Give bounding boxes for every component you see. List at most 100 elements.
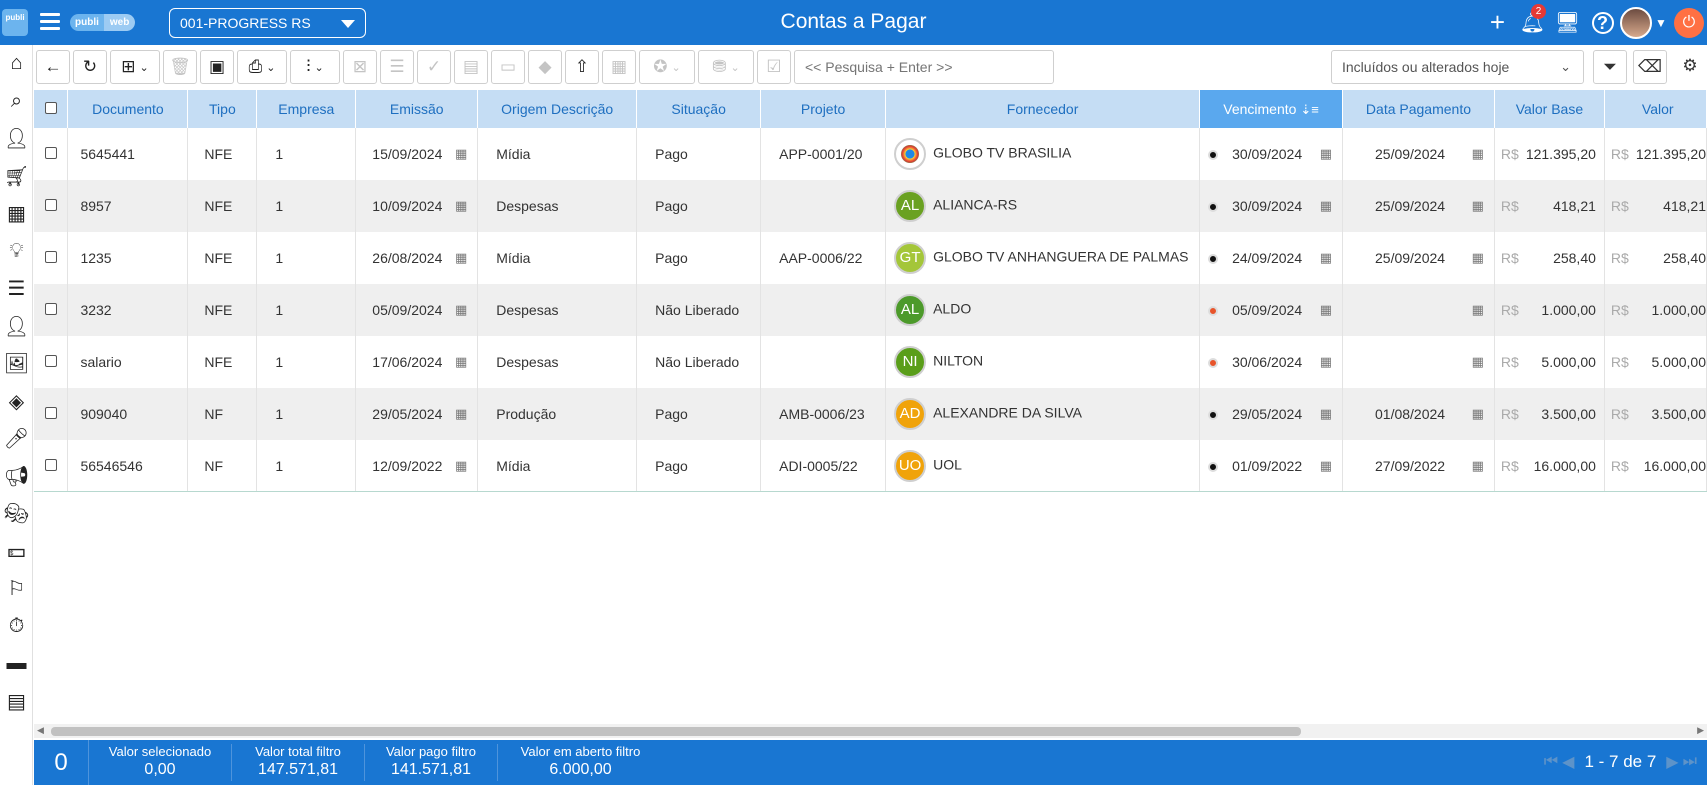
calendar-icon[interactable]: ▦ xyxy=(455,354,467,370)
table-row[interactable]: 5645441 NFE 1 15/09/2024 ▦ Mídia Pago APP-0001/… xyxy=(34,128,1707,180)
delete-button[interactable]: 🗑︎ xyxy=(163,50,197,84)
row-checkbox[interactable] xyxy=(34,180,69,232)
filter-icon[interactable]: ⏷ xyxy=(1593,50,1627,84)
credit-card-button[interactable]: ▭ xyxy=(491,50,525,84)
back-button[interactable]: ← xyxy=(36,50,70,84)
calendar-icon[interactable]: ▦ xyxy=(455,302,467,318)
column-header[interactable]: Projeto xyxy=(760,90,887,128)
scroll-left-icon[interactable]: ◀ xyxy=(37,725,44,736)
add-icon[interactable]: + xyxy=(1480,7,1515,38)
print-button[interactable]: ⎙ ⌄ xyxy=(237,50,287,84)
refresh-button[interactable]: ↻ xyxy=(73,50,107,84)
dashboard-icon[interactable]: ▦ xyxy=(0,195,33,233)
calendar-icon[interactable]: ▦ xyxy=(455,146,467,162)
add-button[interactable]: ⊞ ⌄ xyxy=(110,50,160,84)
calendar-icon[interactable]: ▦ xyxy=(1320,354,1332,370)
add-user-icon[interactable]: 👤︎ xyxy=(0,120,33,158)
table-row[interactable]: 1235 NFE 1 26/08/2024 ▦ Mídia Pago AAP-0006/22 G… xyxy=(34,232,1707,284)
calendar-icon[interactable]: ▦ xyxy=(1472,146,1484,162)
cancel-button[interactable]: ⊠ xyxy=(343,50,377,84)
calendar-icon[interactable]: ▦ xyxy=(1472,406,1484,422)
upload-button[interactable]: ⇧ xyxy=(565,50,599,84)
calendar-icon[interactable]: ▦ xyxy=(1320,198,1332,214)
next-page-icon[interactable]: ▶ xyxy=(1666,752,1678,772)
select-all-checkbox[interactable] xyxy=(34,90,69,128)
calendar-icon[interactable]: ▦ xyxy=(1472,250,1484,266)
prev-page-icon[interactable]: ◀ xyxy=(1562,752,1574,772)
calculator-icon[interactable]: ▤ xyxy=(0,683,33,721)
home-search-icon[interactable]: ⌕ xyxy=(0,83,33,121)
calendar-icon[interactable]: ▦ xyxy=(455,406,467,422)
logout-icon[interactable]: ⏻ xyxy=(1674,7,1704,38)
column-header-sorted[interactable]: Vencimento ⇣≡ xyxy=(1199,90,1343,128)
award-button[interactable]: ✪ ⌄ xyxy=(639,50,695,84)
column-header[interactable]: Valor Base xyxy=(1494,90,1605,128)
first-page-icon[interactable]: ⏮ xyxy=(1544,753,1558,771)
list-icon[interactable]: ☰ xyxy=(0,270,33,308)
check-square-button[interactable]: ☑ xyxy=(757,50,791,84)
money-bill-icon[interactable]: 💵︎ xyxy=(0,533,33,571)
diamond-button[interactable]: ◆ xyxy=(528,50,562,84)
sort-button[interactable]: ⫶ ⌄ xyxy=(290,50,340,84)
row-checkbox[interactable] xyxy=(34,284,69,336)
last-page-icon[interactable]: ⏭ xyxy=(1683,753,1697,771)
calendar-icon[interactable]: ▦ xyxy=(1320,406,1332,422)
chevron-down-icon[interactable]: ▼ xyxy=(1652,16,1670,30)
flag-icon[interactable]: ⚐ xyxy=(0,570,33,608)
row-checkbox[interactable] xyxy=(34,388,69,440)
table-row[interactable]: 8957 NFE 1 10/09/2024 ▦ Despesas Pago AL ALIANCA… xyxy=(34,180,1707,232)
calendar-icon[interactable]: ▦ xyxy=(1472,302,1484,318)
calendar-button[interactable]: ▦ xyxy=(602,50,636,84)
approve-button[interactable]: ✓ xyxy=(417,50,451,84)
stopwatch-icon[interactable]: ⏱︎ xyxy=(0,608,33,646)
filter-select[interactable]: Incluídos ou alterados hoje ⌄ xyxy=(1331,50,1584,84)
monitor-icon[interactable]: 🖥︎ xyxy=(1550,10,1585,35)
microphone-icon[interactable]: 🎤︎ xyxy=(0,420,33,458)
calendar-icon[interactable]: ▦ xyxy=(1320,250,1332,266)
row-checkbox[interactable] xyxy=(34,440,69,491)
paint-bucket-icon[interactable]: ◈ xyxy=(0,383,33,421)
column-header[interactable]: Valor xyxy=(1604,90,1707,128)
company-select[interactable]: 001-PROGRESS RS xyxy=(169,8,366,38)
coins-button[interactable]: ⛃ ⌄ xyxy=(698,50,754,84)
column-header[interactable]: Fornecedor xyxy=(885,90,1201,128)
document-money-button[interactable]: ▤ xyxy=(454,50,488,84)
excel-export-button[interactable]: ▣ xyxy=(200,50,234,84)
help-icon[interactable]: ? xyxy=(1585,11,1620,34)
horizontal-scrollbar[interactable]: ◀ ▶ xyxy=(34,724,1707,738)
calendar-icon[interactable]: ▦ xyxy=(1472,458,1484,474)
row-checkbox[interactable] xyxy=(34,128,69,180)
theater-masks-icon[interactable]: 🎭︎ xyxy=(0,495,33,533)
search-input[interactable] xyxy=(794,50,1054,84)
person-icon[interactable]: 👤︎ xyxy=(0,308,33,346)
user-avatar[interactable] xyxy=(1620,6,1652,39)
table-row[interactable]: salario NFE 1 17/06/2024 ▦ Despesas Não Libera… xyxy=(34,336,1707,388)
lightbulb-icon[interactable]: 💡︎ xyxy=(0,233,33,271)
calendar-icon[interactable]: ▦ xyxy=(455,458,467,474)
calendar-icon[interactable]: ▦ xyxy=(1320,302,1332,318)
column-header[interactable]: Emissão xyxy=(355,90,479,128)
row-checkbox[interactable] xyxy=(34,232,69,284)
column-header[interactable]: Tipo xyxy=(187,90,258,128)
column-header[interactable]: Data Pagamento xyxy=(1342,90,1495,128)
calendar-icon[interactable]: ▦ xyxy=(1320,458,1332,474)
numbered-list-button[interactable]: ☰ xyxy=(380,50,414,84)
app-logo[interactable]: publi xyxy=(2,9,28,36)
calendar-icon[interactable]: ▦ xyxy=(455,198,467,214)
calendar-icon[interactable]: ▦ xyxy=(1472,354,1484,370)
column-header[interactable]: Situação xyxy=(636,90,762,128)
hamburger-menu-icon[interactable] xyxy=(40,13,60,34)
scrollbar-thumb[interactable] xyxy=(51,727,1301,736)
table-row[interactable]: 56546546 NF 1 12/09/2022 ▦ Mídia Pago ADI-0005/… xyxy=(34,440,1707,491)
calendar-icon[interactable]: ▦ xyxy=(455,250,467,266)
calendar-icon[interactable]: ▦ xyxy=(1472,198,1484,214)
column-header[interactable]: Empresa xyxy=(256,90,357,128)
scroll-right-icon[interactable]: ▶ xyxy=(1697,725,1704,736)
home-icon[interactable]: ⌂ xyxy=(0,45,33,83)
megaphone-icon[interactable]: 📢︎ xyxy=(0,458,33,496)
table-row[interactable]: 3232 NFE 1 05/09/2024 ▦ Despesas Não Liberado A… xyxy=(34,284,1707,336)
eraser-icon[interactable]: ⌫ xyxy=(1633,50,1667,84)
column-header[interactable]: Origem Descrição xyxy=(477,90,638,128)
cart-icon[interactable]: 🛒︎ xyxy=(0,158,33,196)
calendar-icon[interactable]: ▦ xyxy=(1320,146,1332,162)
